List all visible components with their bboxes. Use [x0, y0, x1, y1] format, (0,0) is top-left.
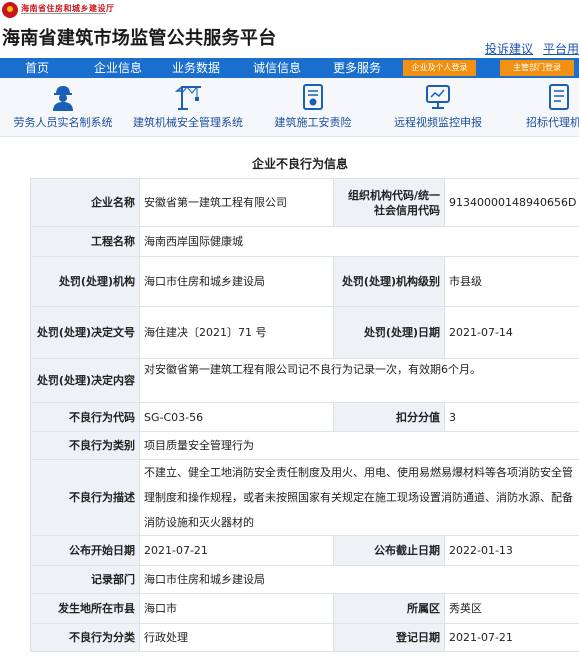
conduct-code-label: 不良行为代码	[30, 402, 140, 432]
table-row: 处罚(处理)决定内容 对安徽省第一建筑工程有限公司记不良行为记录一次，有效期6个…	[30, 358, 579, 403]
table-row: 不良行为分类 行政处理 登记日期 2021-07-21	[30, 623, 579, 652]
complaint-link[interactable]: 投诉建议	[485, 42, 533, 56]
conduct-description-value: 不建立、健全工地消防安全责任制度及用火、用电、使用易燃易爆材料等各项消防安全管理…	[139, 459, 579, 536]
company-name-value: 安徽省第一建筑工程有限公司	[139, 178, 334, 227]
table-row: 不良行为描述 不建立、健全工地消防安全责任制度及用火、用电、使用易燃易爆材料等各…	[30, 459, 579, 536]
table-row: 不良行为类别 项目质量安全管理行为	[30, 431, 579, 460]
record-department-label: 记录部门	[30, 565, 140, 594]
service-label: 招标代理机构	[526, 116, 579, 129]
table-row: 处罚(处理)机构 海口市住房和城乡建设局 处罚(处理)机构级别 市县级	[30, 256, 579, 307]
table-row: 企业名称 安徽省第一建筑工程有限公司 组织机构代码/统一社会信用代码 91340…	[30, 178, 579, 227]
monitor-icon	[426, 85, 450, 109]
table-row: 记录部门 海口市住房和城乡建设局	[30, 565, 579, 594]
city-label: 发生地所在市县	[30, 593, 140, 624]
decision-date-label: 处罚(处理)日期	[333, 306, 445, 359]
conduct-class-label: 不良行为分类	[30, 623, 140, 652]
district-value: 秀英区	[444, 593, 579, 624]
nav-business-data[interactable]: 业务数据	[172, 58, 220, 78]
org-code-value: 91340000148940656D	[444, 178, 579, 227]
table-row: 处罚(处理)决定文号 海住建决〔2021〕71 号 处罚(处理)日期 2021-…	[30, 306, 579, 359]
decision-content-label: 处罚(处理)决定内容	[30, 358, 140, 403]
main-nav: 首页 企业信息 业务数据 诚信信息 更多服务 企业及个人登录 主管部门登录	[0, 58, 579, 78]
service-video-monitor[interactable]: 远程视频监控申报	[376, 78, 500, 136]
bad-conduct-record-table: 企业名称 安徽省第一建筑工程有限公司 组织机构代码/统一社会信用代码 91340…	[30, 178, 579, 652]
service-label: 劳务人员实名制系统	[13, 116, 113, 129]
org-code-label: 组织机构代码/统一社会信用代码	[333, 178, 445, 227]
document-icon	[549, 84, 569, 110]
conduct-class-value: 行政处理	[139, 623, 334, 652]
service-label: 建筑施工安责险	[274, 116, 352, 129]
publish-end-value: 2022-01-13	[444, 535, 579, 566]
service-label: 远程视频监控申报	[394, 116, 482, 129]
service-bidding-agency[interactable]: 招标代理机构	[500, 78, 579, 136]
decision-content-value: 对安徽省第一建筑工程有限公司记不良行为记录一次，有效期6个月。	[139, 358, 579, 403]
top-links: 投诉建议 平台用	[475, 40, 579, 57]
table-row: 发生地所在市县 海口市 所属区 秀英区	[30, 593, 579, 624]
service-labor-realname[interactable]: 劳务人员实名制系统	[0, 78, 126, 136]
table-row: 工程名称 海南西岸国际健康城	[30, 226, 579, 257]
authority-login-button[interactable]: 主管部门登录	[500, 60, 574, 76]
conduct-code-value: SG-C03-56	[139, 402, 334, 432]
decision-number-label: 处罚(处理)决定文号	[30, 306, 140, 359]
city-value: 海口市	[139, 593, 334, 624]
site-header: 海南省住房和城乡建设厅 海南省建筑市场监管公共服务平台 投诉建议 平台用	[0, 0, 579, 58]
table-row: 不良行为代码 SG-C03-56 扣分分值 3	[30, 402, 579, 432]
authority-level-value: 市县级	[444, 256, 579, 307]
project-name-label: 工程名称	[30, 226, 140, 257]
platform-link[interactable]: 平台用	[543, 42, 579, 56]
score-value: 3	[444, 402, 579, 432]
authority-label: 处罚(处理)机构	[30, 256, 140, 307]
service-label: 建筑机械安全管理系统	[133, 116, 243, 129]
publish-start-value: 2021-07-21	[139, 535, 334, 566]
conduct-category-value: 项目质量安全管理行为	[139, 431, 579, 460]
service-safety-insurance[interactable]: 建筑施工安责险	[250, 78, 376, 136]
worker-icon	[53, 86, 73, 111]
publish-end-label: 公布截止日期	[333, 535, 445, 566]
site-title: 海南省建筑市场监管公共服务平台	[2, 28, 277, 49]
authority-value: 海口市住房和城乡建设局	[139, 256, 334, 307]
conduct-description-label: 不良行为描述	[30, 459, 140, 536]
nav-company-info[interactable]: 企业信息	[94, 58, 142, 78]
publish-start-label: 公布开始日期	[30, 535, 140, 566]
service-bar: 劳务人员实名制系统 建筑机械安全管理系统 建筑施工安责险 远程视频监控申报 招标…	[0, 78, 579, 137]
org-underline	[21, 13, 106, 16]
register-date-value: 2021-07-21	[444, 623, 579, 652]
conduct-category-label: 不良行为类别	[30, 431, 140, 460]
insurance-doc-icon	[303, 84, 323, 110]
service-machinery-safety[interactable]: 建筑机械安全管理系统	[126, 78, 250, 136]
table-row: 公布开始日期 2021-07-21 公布截止日期 2022-01-13	[30, 535, 579, 566]
record-department-value: 海口市住房和城乡建设局	[139, 565, 579, 594]
decision-date-value: 2021-07-14	[444, 306, 579, 359]
district-label: 所属区	[333, 593, 445, 624]
nav-home[interactable]: 首页	[25, 58, 49, 78]
nav-more-services[interactable]: 更多服务	[333, 58, 381, 78]
project-name-value: 海南西岸国际健康城	[139, 226, 579, 257]
emblem-logo-icon	[2, 2, 18, 18]
register-date-label: 登记日期	[333, 623, 445, 652]
crane-icon	[174, 86, 201, 110]
company-login-button[interactable]: 企业及个人登录	[403, 60, 476, 76]
nav-credit-info[interactable]: 诚信信息	[253, 58, 301, 78]
company-name-label: 企业名称	[30, 178, 140, 227]
decision-number-value: 海住建决〔2021〕71 号	[139, 306, 334, 359]
record-title: 企业不良行为信息	[251, 157, 348, 171]
authority-level-label: 处罚(处理)机构级别	[333, 256, 445, 307]
score-label: 扣分分值	[333, 402, 445, 432]
